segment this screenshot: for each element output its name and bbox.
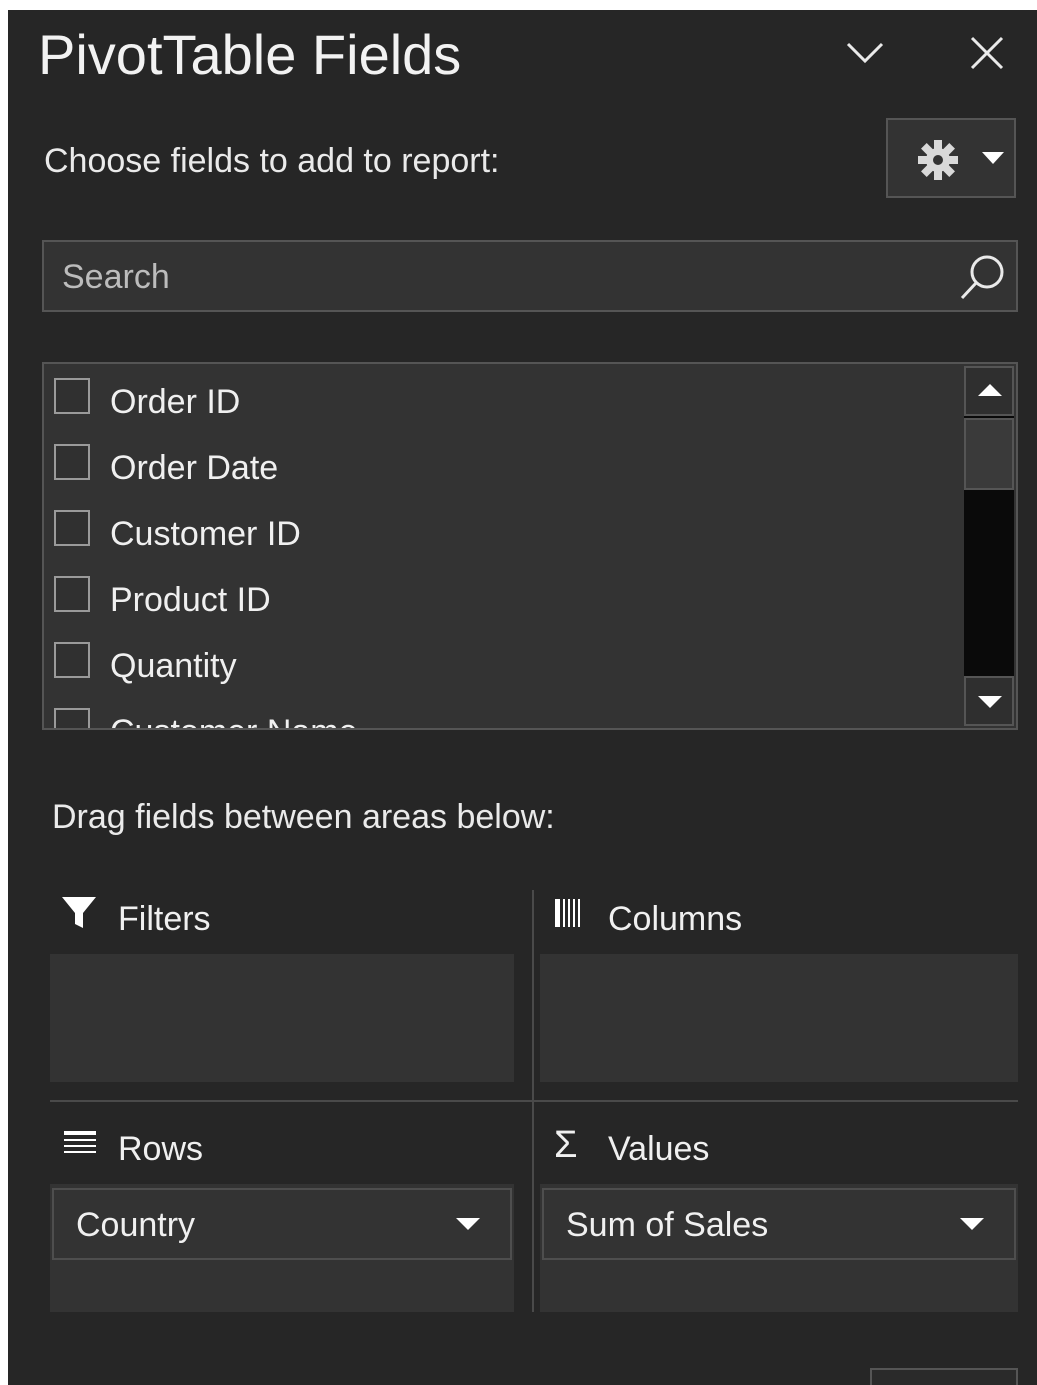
choose-fields-label: Choose fields to add to report: <box>44 142 500 180</box>
field-checkbox[interactable] <box>54 444 90 480</box>
rows-label: Rows <box>118 1130 204 1168</box>
columns-label: Columns <box>608 900 743 938</box>
rows-icon <box>64 1131 96 1153</box>
search-icon[interactable] <box>956 250 1010 304</box>
rows-field-pill[interactable]: Country <box>52 1188 512 1260</box>
area-divider-horizontal <box>50 1100 1018 1102</box>
chevron-down-icon[interactable] <box>960 1218 984 1230</box>
field-search-box <box>42 240 1018 312</box>
values-field-label: Sum of Sales <box>566 1206 769 1244</box>
field-checkbox[interactable] <box>54 708 90 728</box>
triangle-down-icon <box>978 696 1002 708</box>
field-item[interactable]: Order ID <box>54 372 934 432</box>
search-input[interactable] <box>60 250 944 304</box>
field-label: Order ID <box>110 383 241 421</box>
gear-icon <box>918 140 958 180</box>
field-checkbox[interactable] <box>54 642 90 678</box>
scroll-down-button[interactable] <box>964 676 1014 726</box>
columns-icon <box>555 899 580 927</box>
settings-button[interactable] <box>886 118 1016 198</box>
chevron-down-icon[interactable] <box>456 1218 480 1230</box>
field-label: Product ID <box>110 581 271 619</box>
field-item[interactable]: Product ID <box>54 570 934 630</box>
update-button[interactable] <box>870 1368 1018 1385</box>
field-checkbox[interactable] <box>54 576 90 612</box>
pane-title: PivotTable Fields <box>38 23 462 86</box>
field-list: Order ID Order Date Customer ID Product … <box>42 362 1018 730</box>
scroll-up-button[interactable] <box>964 366 1014 416</box>
chevron-down-icon <box>982 152 1004 164</box>
scroll-thumb[interactable] <box>964 418 1014 490</box>
sigma-icon: Σ <box>554 1124 578 1166</box>
field-label: Customer ID <box>110 515 301 553</box>
field-item[interactable]: Customer Name <box>54 702 934 728</box>
filters-label: Filters <box>118 900 211 938</box>
field-list-scrollbar[interactable] <box>964 366 1014 726</box>
field-checkbox[interactable] <box>54 510 90 546</box>
close-icon[interactable] <box>962 28 1012 78</box>
values-label: Values <box>608 1130 710 1168</box>
filter-icon <box>62 897 96 928</box>
field-label: Quantity <box>110 647 237 685</box>
values-field-pill[interactable]: Sum of Sales <box>542 1188 1016 1260</box>
field-item[interactable]: Quantity <box>54 636 934 696</box>
drag-instruction: Drag fields between areas below: <box>52 798 555 836</box>
rows-drop-zone[interactable]: Country <box>50 1184 514 1312</box>
field-checkbox[interactable] <box>54 378 90 414</box>
field-label: Customer Name <box>110 710 358 728</box>
columns-drop-zone[interactable] <box>540 954 1018 1082</box>
field-label: Order Date <box>110 449 279 487</box>
pivottable-fields-pane: PivotTable Fields Choose fields to add t… <box>8 10 1037 1385</box>
triangle-up-icon <box>978 384 1002 396</box>
rows-field-label: Country <box>76 1206 196 1244</box>
field-item[interactable]: Customer ID <box>54 504 934 564</box>
field-item[interactable]: Order Date <box>54 438 934 498</box>
values-drop-zone[interactable]: Sum of Sales <box>540 1184 1018 1312</box>
chevron-down-icon[interactable] <box>840 28 890 78</box>
filters-drop-zone[interactable] <box>50 954 514 1082</box>
